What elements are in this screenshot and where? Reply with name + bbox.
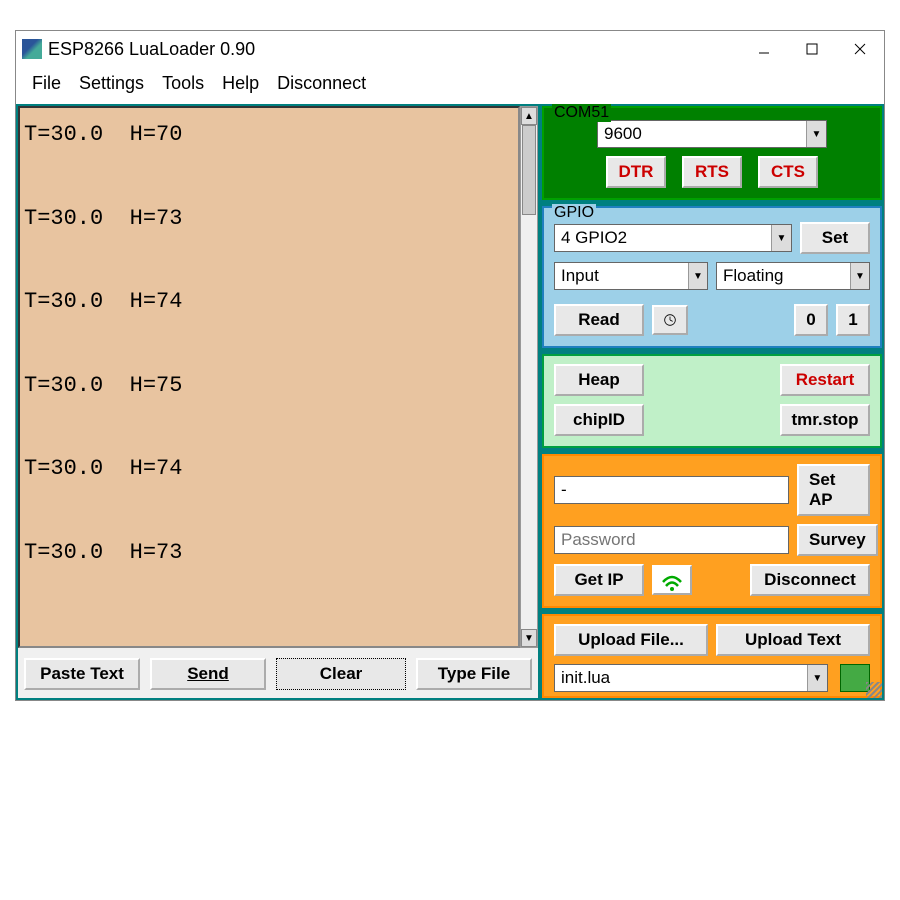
clear-button[interactable]: Clear bbox=[276, 658, 406, 690]
app-icon bbox=[22, 39, 42, 59]
upload-filename-select[interactable]: ▼ bbox=[554, 664, 828, 692]
gpio-read-button[interactable]: Read bbox=[554, 304, 644, 336]
com-panel: COM51 ▼ DTR RTS CTS bbox=[542, 106, 882, 200]
menu-settings[interactable]: Settings bbox=[79, 73, 144, 94]
chevron-down-icon[interactable]: ▼ bbox=[771, 225, 791, 251]
tmrstop-button[interactable]: tmr.stop bbox=[780, 404, 870, 436]
gpio-panel-title: GPIO bbox=[552, 204, 596, 222]
chipid-button[interactable]: chipID bbox=[554, 404, 644, 436]
maximize-button[interactable] bbox=[788, 34, 836, 64]
menu-tools[interactable]: Tools bbox=[162, 73, 204, 94]
chevron-down-icon[interactable]: ▼ bbox=[850, 263, 869, 289]
gpio-set-button[interactable]: Set bbox=[800, 222, 870, 254]
scroll-thumb[interactable] bbox=[522, 125, 536, 215]
password-input[interactable] bbox=[554, 526, 789, 554]
chevron-down-icon[interactable]: ▼ bbox=[806, 121, 826, 147]
app-window: ESP8266 LuaLoader 0.90 File Settings Too… bbox=[15, 30, 885, 701]
upload-filename-value[interactable] bbox=[555, 665, 807, 691]
minimize-button[interactable] bbox=[740, 34, 788, 64]
wifi-panel: Set AP Survey Get IP Disconnect bbox=[542, 454, 882, 608]
dtr-button[interactable]: DTR bbox=[606, 156, 666, 188]
ssid-input[interactable] bbox=[554, 476, 789, 504]
send-button[interactable]: Send bbox=[150, 658, 266, 690]
gpio-pull-value[interactable] bbox=[717, 263, 850, 289]
set-ap-button[interactable]: Set AP bbox=[797, 464, 870, 516]
right-column: COM51 ▼ DTR RTS CTS GPIO bbox=[542, 106, 882, 698]
titlebar: ESP8266 LuaLoader 0.90 bbox=[16, 31, 884, 67]
gpio-one-button[interactable]: 1 bbox=[836, 304, 870, 336]
terminal-scrollbar[interactable]: ▲ ▼ bbox=[520, 106, 538, 648]
window-title: ESP8266 LuaLoader 0.90 bbox=[48, 39, 255, 60]
window-controls bbox=[740, 34, 884, 64]
menu-disconnect[interactable]: Disconnect bbox=[277, 73, 366, 94]
scroll-down-arrow[interactable]: ▼ bbox=[521, 629, 537, 647]
com-panel-title: COM51 bbox=[552, 104, 611, 122]
content-area: T=30.0 H=70 T=30.0 H=73 T=30.0 H=74 T=30… bbox=[16, 104, 884, 700]
clock-icon-button[interactable] bbox=[652, 305, 688, 335]
resize-grip[interactable] bbox=[866, 682, 882, 698]
rts-button[interactable]: RTS bbox=[682, 156, 742, 188]
get-ip-button[interactable]: Get IP bbox=[554, 564, 644, 596]
cts-button[interactable]: CTS bbox=[758, 156, 818, 188]
survey-button[interactable]: Survey bbox=[797, 524, 878, 556]
bottom-button-bar: Paste Text Send Clear Type File bbox=[18, 648, 538, 698]
chevron-down-icon[interactable]: ▼ bbox=[688, 263, 707, 289]
wifi-icon bbox=[652, 565, 692, 595]
upload-file-button[interactable]: Upload File... bbox=[554, 624, 708, 656]
menu-help[interactable]: Help bbox=[222, 73, 259, 94]
upload-panel: Upload File... Upload Text ▼ bbox=[542, 614, 882, 698]
upload-text-button[interactable]: Upload Text bbox=[716, 624, 870, 656]
gpio-pin-value[interactable] bbox=[555, 225, 771, 251]
menubar: File Settings Tools Help Disconnect bbox=[16, 67, 884, 104]
gpio-mode-value[interactable] bbox=[555, 263, 688, 289]
restart-button[interactable]: Restart bbox=[780, 364, 870, 396]
paste-text-button[interactable]: Paste Text bbox=[24, 658, 140, 690]
heap-button[interactable]: Heap bbox=[554, 364, 644, 396]
chevron-down-icon[interactable]: ▼ bbox=[807, 665, 827, 691]
gpio-pull-select[interactable]: ▼ bbox=[716, 262, 870, 290]
scroll-up-arrow[interactable]: ▲ bbox=[521, 107, 537, 125]
gpio-pin-select[interactable]: ▼ bbox=[554, 224, 792, 252]
gpio-zero-button[interactable]: 0 bbox=[794, 304, 828, 336]
left-column: T=30.0 H=70 T=30.0 H=73 T=30.0 H=74 T=30… bbox=[18, 106, 538, 698]
menu-file[interactable]: File bbox=[32, 73, 61, 94]
clock-icon bbox=[664, 311, 676, 329]
baud-value[interactable] bbox=[598, 121, 806, 147]
gpio-panel: GPIO ▼ Set ▼ ▼ bbox=[542, 206, 882, 348]
baud-select[interactable]: ▼ bbox=[597, 120, 827, 148]
gpio-mode-select[interactable]: ▼ bbox=[554, 262, 708, 290]
close-button[interactable] bbox=[836, 34, 884, 64]
wifi-disconnect-button[interactable]: Disconnect bbox=[750, 564, 870, 596]
heap-panel: Heap Restart chipID tmr.stop bbox=[542, 354, 882, 448]
terminal-output[interactable]: T=30.0 H=70 T=30.0 H=73 T=30.0 H=74 T=30… bbox=[18, 106, 520, 648]
type-file-button[interactable]: Type File bbox=[416, 658, 532, 690]
